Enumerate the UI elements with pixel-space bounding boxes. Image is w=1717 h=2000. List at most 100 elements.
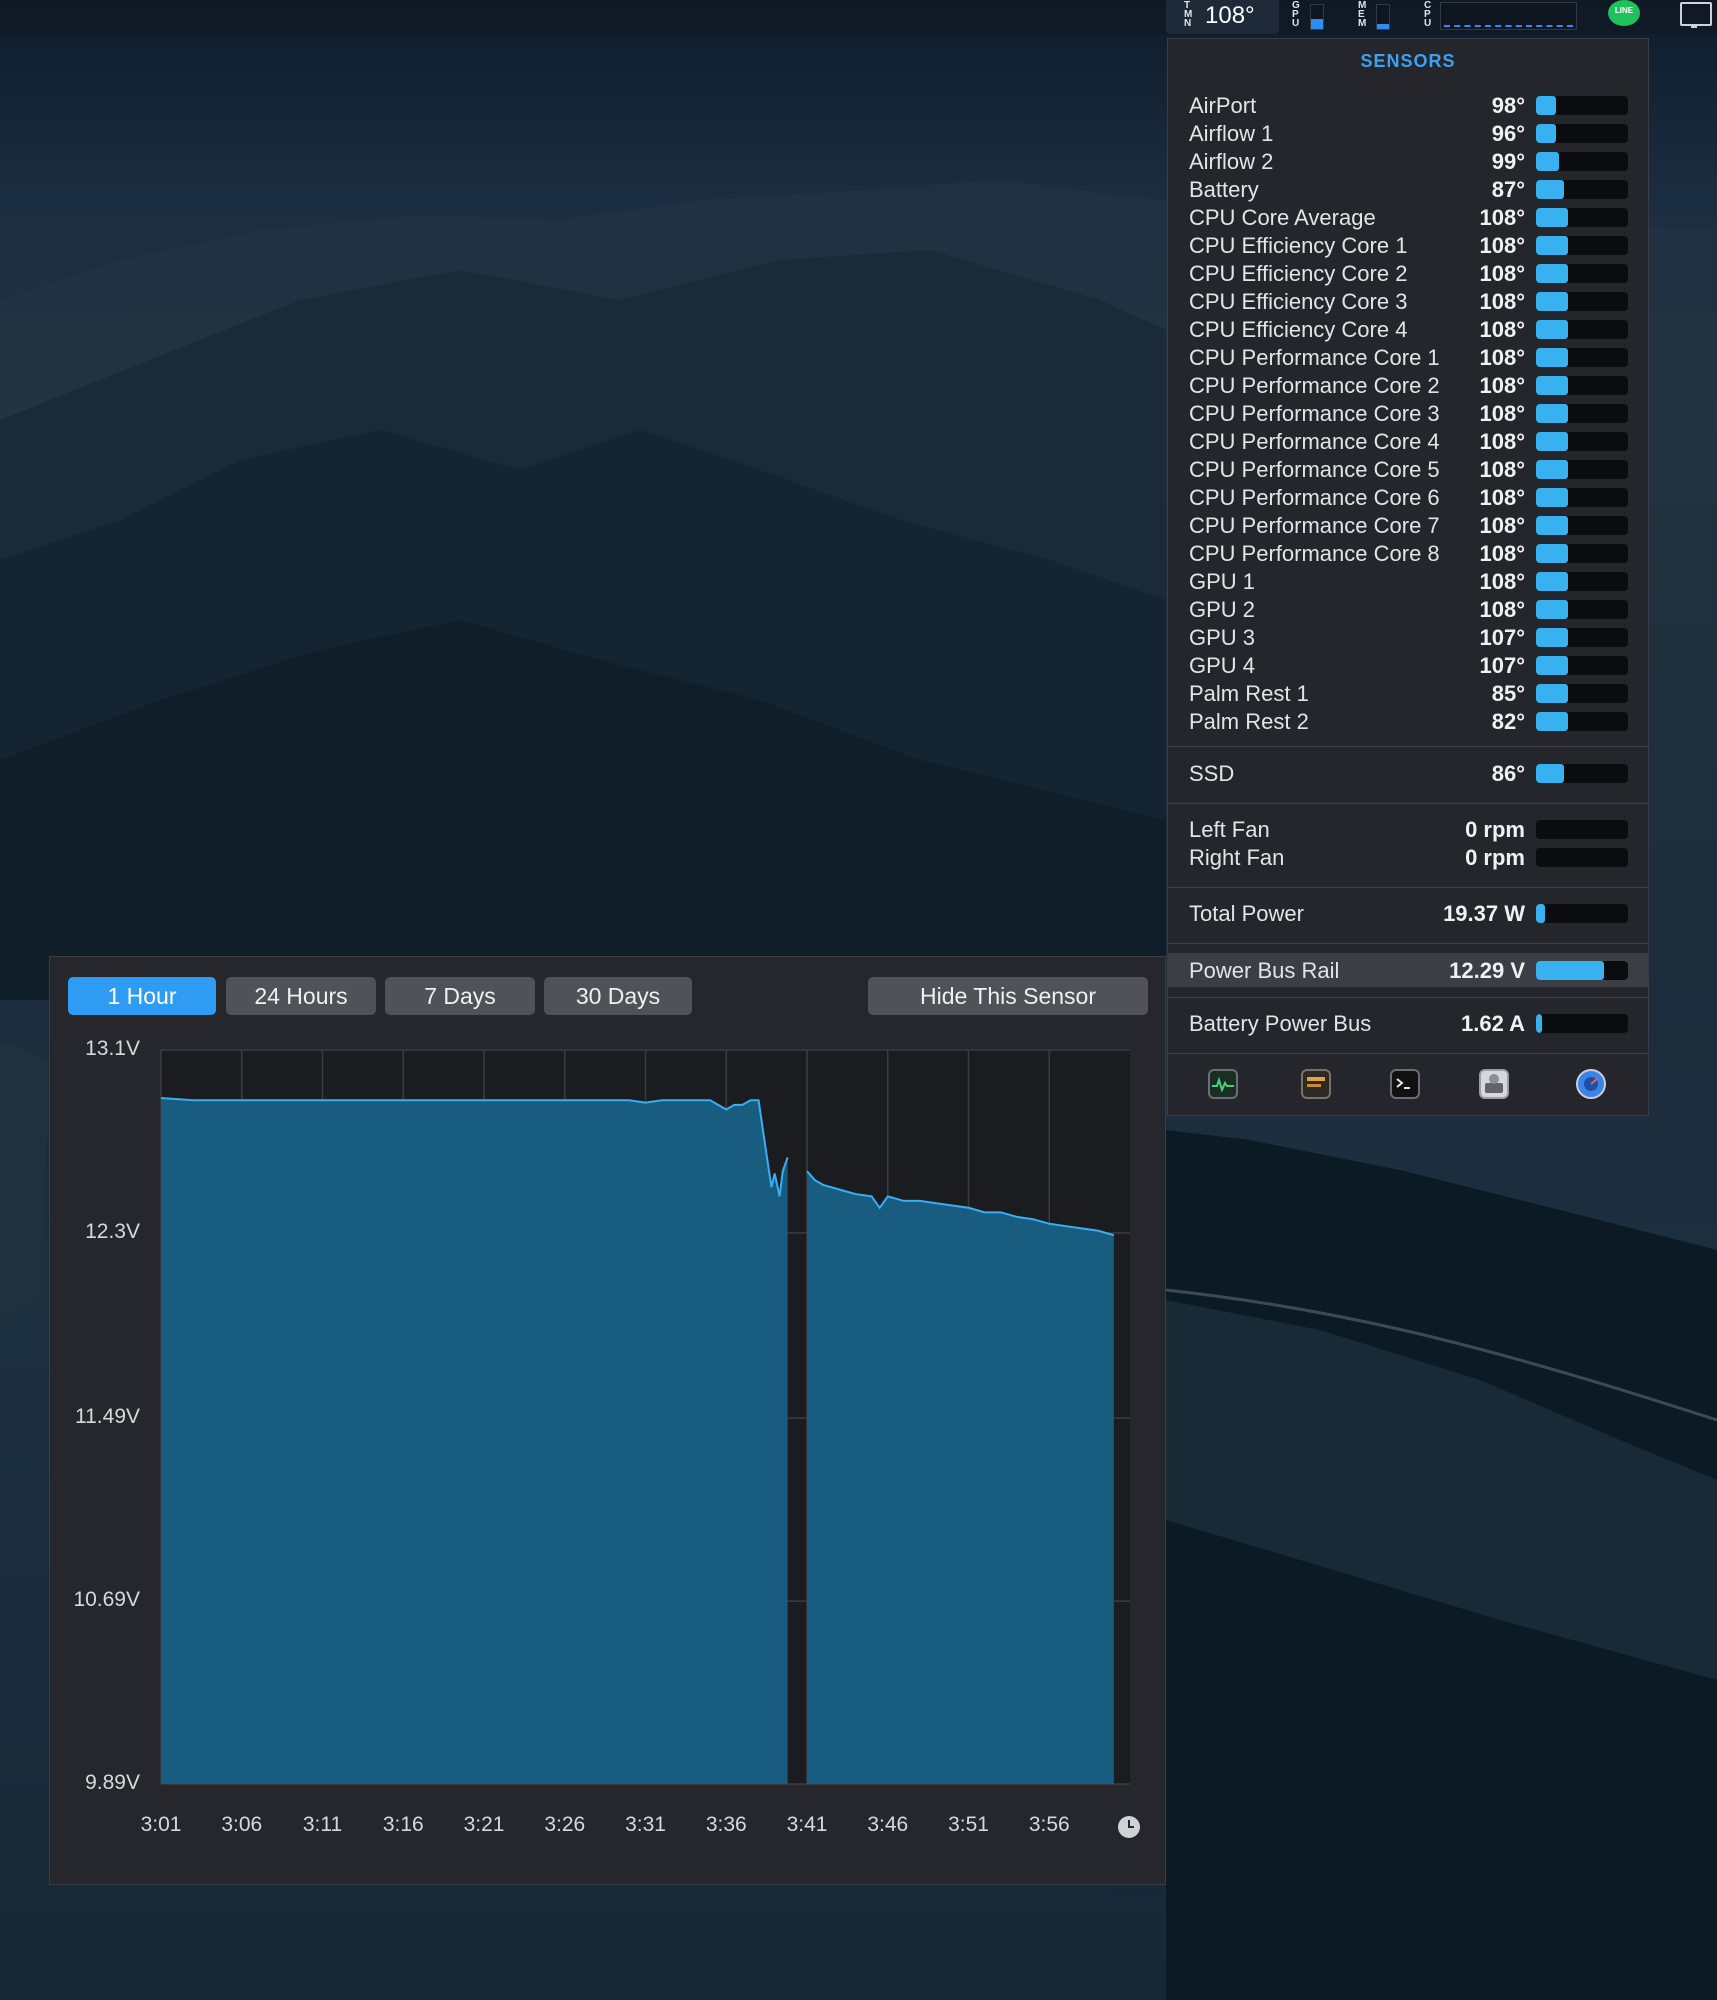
- sensor-name: CPU Core Average: [1189, 205, 1376, 230]
- sensor-name: CPU Performance Core 8: [1189, 541, 1440, 566]
- voltage-area-segment: [807, 1171, 1114, 1784]
- section-divider: [1168, 1053, 1648, 1054]
- sensor-name: Palm Rest 2: [1189, 709, 1309, 734]
- display-icon[interactable]: [1680, 2, 1712, 28]
- x-tick-label: 3:36: [705, 1813, 747, 1836]
- sensor-row[interactable]: CPU Efficiency Core 3 108°: [1168, 287, 1648, 315]
- sensor-row[interactable]: CPU Performance Core 1 108°: [1168, 343, 1648, 371]
- sensor-value: 87°: [1491, 177, 1525, 202]
- clock-icon[interactable]: [1118, 1816, 1140, 1838]
- sensor-name: CPU Performance Core 5: [1189, 457, 1440, 482]
- disk-utility-icon[interactable]: [1479, 1069, 1509, 1099]
- menubar-mem-label: MEM: [1358, 0, 1367, 29]
- sensor-row[interactable]: CPU Performance Core 8 108°: [1168, 539, 1648, 567]
- sensor-row[interactable]: CPU Efficiency Core 1 108°: [1168, 231, 1648, 259]
- line-app-icon[interactable]: LINE: [1608, 0, 1640, 26]
- sensor-name: CPU Performance Core 4: [1189, 429, 1440, 454]
- x-tick-label: 3:01: [140, 1813, 182, 1836]
- sensor-level-bar: [1536, 236, 1628, 255]
- sensor-row[interactable]: AirPort 98°: [1168, 91, 1648, 119]
- sensor-level-bar: [1536, 904, 1628, 923]
- section-divider: [1168, 746, 1648, 747]
- sensor-level-fill: [1536, 961, 1605, 980]
- terminal-icon[interactable]: [1390, 1069, 1420, 1099]
- sensor-row[interactable]: Airflow 2 99°: [1168, 147, 1648, 175]
- sensor-value: 108°: [1479, 373, 1525, 398]
- sensor-row[interactable]: CPU Performance Core 4 108°: [1168, 427, 1648, 455]
- sensor-value: 98°: [1491, 93, 1525, 118]
- sensor-row[interactable]: Palm Rest 2 82°: [1168, 707, 1648, 735]
- sensor-name: SSD: [1189, 761, 1235, 786]
- power-row-battery-bus[interactable]: Battery Power Bus 1.62 A: [1168, 1009, 1648, 1037]
- sensor-level-bar: [1536, 600, 1628, 619]
- voltage-area-segment: [161, 1098, 788, 1784]
- x-tick-label: 3:26: [544, 1813, 586, 1836]
- menubar-temp-label: TMN: [1184, 0, 1193, 29]
- sensor-level-fill: [1536, 712, 1569, 731]
- sensor-level-fill: [1536, 348, 1569, 367]
- sensor-level-bar: [1536, 264, 1628, 283]
- sensor-row[interactable]: Palm Rest 1 85°: [1168, 679, 1648, 707]
- section-divider: [1168, 887, 1648, 888]
- menubar-gpu-meter[interactable]: [1310, 4, 1324, 30]
- sensor-row[interactable]: CPU Core Average 108°: [1168, 203, 1648, 231]
- power-row-total[interactable]: Total Power 19.37 W: [1168, 899, 1648, 927]
- sensor-level-bar: [1536, 292, 1628, 311]
- sensor-level-fill: [1536, 96, 1557, 115]
- sensor-level-bar: [1536, 488, 1628, 507]
- y-tick-label: 13.1V: [85, 1037, 140, 1060]
- sensor-value: 108°: [1479, 205, 1525, 230]
- sensor-row[interactable]: CPU Performance Core 3 108°: [1168, 399, 1648, 427]
- x-tick-label: 3:51: [948, 1813, 989, 1836]
- sensors-toolbar: [1168, 1055, 1648, 1115]
- sensor-name: CPU Efficiency Core 1: [1189, 233, 1408, 258]
- sensor-name: CPU Performance Core 1: [1189, 345, 1440, 370]
- sensor-row[interactable]: GPU 1 108°: [1168, 567, 1648, 595]
- fan-row-right[interactable]: Right Fan 0 rpm: [1168, 843, 1648, 871]
- sensor-row[interactable]: CPU Performance Core 2 108°: [1168, 371, 1648, 399]
- sensor-row[interactable]: GPU 4 107°: [1168, 651, 1648, 679]
- sensor-row[interactable]: Airflow 1 96°: [1168, 119, 1648, 147]
- sensor-row[interactable]: CPU Efficiency Core 2 108°: [1168, 259, 1648, 287]
- sensor-name: Battery Power Bus: [1189, 1011, 1372, 1036]
- console-icon[interactable]: [1301, 1069, 1331, 1099]
- sensor-row-ssd[interactable]: SSD 86°: [1168, 759, 1648, 787]
- sensor-value: 99°: [1491, 149, 1525, 174]
- sensor-level-bar: [1536, 208, 1628, 227]
- sensor-level-bar: [1536, 432, 1628, 451]
- x-tick-label: 3:46: [867, 1813, 909, 1836]
- y-tick-label: 10.69V: [73, 1588, 140, 1612]
- sensor-level-bar: [1536, 712, 1628, 731]
- sensors-title: SENSORS: [1360, 51, 1456, 71]
- sensor-value: 108°: [1479, 261, 1525, 286]
- sensor-value: 108°: [1479, 317, 1525, 342]
- power-row-bus-rail[interactable]: Power Bus Rail 12.29 V: [1168, 953, 1648, 987]
- system-information-icon[interactable]: [1576, 1069, 1606, 1099]
- x-tick-label: 3:06: [221, 1813, 263, 1836]
- sensor-level-bar: [1536, 820, 1628, 839]
- sensor-level-bar: [1536, 684, 1628, 703]
- sensor-row[interactable]: CPU Performance Core 7 108°: [1168, 511, 1648, 539]
- sensor-row[interactable]: Battery 87°: [1168, 175, 1648, 203]
- sensor-row[interactable]: GPU 3 107°: [1168, 623, 1648, 651]
- sensor-value: 108°: [1479, 345, 1525, 370]
- activity-monitor-icon[interactable]: [1208, 1069, 1238, 1099]
- sensor-row[interactable]: CPU Efficiency Core 4 108°: [1168, 315, 1648, 343]
- menubar-mem-meter[interactable]: [1376, 4, 1390, 30]
- sensor-row[interactable]: GPU 2 108°: [1168, 595, 1648, 623]
- sensor-name: GPU 2: [1189, 597, 1256, 622]
- menubar-cpu-graph[interactable]: [1440, 2, 1577, 30]
- sensor-value: 108°: [1479, 233, 1525, 258]
- fan-row-left[interactable]: Left Fan 0 rpm: [1168, 815, 1648, 843]
- sensor-level-fill: [1536, 684, 1569, 703]
- sensor-level-bar: [1536, 848, 1628, 867]
- sensor-name: CPU Performance Core 7: [1189, 513, 1440, 538]
- sensor-level-bar: [1536, 656, 1628, 675]
- sensor-row[interactable]: CPU Performance Core 5 108°: [1168, 455, 1648, 483]
- y-tick-label: 9.89V: [85, 1771, 140, 1794]
- sensor-row[interactable]: CPU Performance Core 6 108°: [1168, 483, 1648, 511]
- sensor-level-fill: [1536, 628, 1569, 647]
- sensor-level-bar: [1536, 544, 1628, 563]
- sensor-level-fill: [1536, 432, 1569, 451]
- sensor-level-bar: [1536, 376, 1628, 395]
